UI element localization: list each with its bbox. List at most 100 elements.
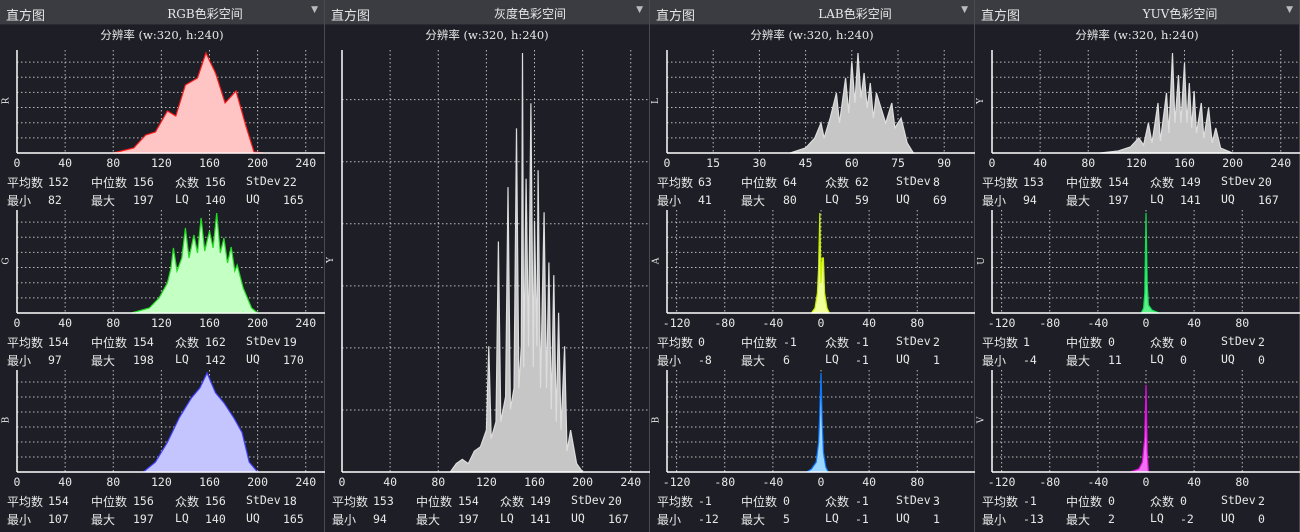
stat-value-median: 154: [1108, 175, 1129, 189]
stat-value-uq: 1: [933, 512, 940, 526]
x-tick-label: 80: [106, 316, 121, 330]
stat-label-mode: 众数: [825, 176, 850, 190]
stat-label-median: 中位数: [741, 336, 778, 350]
histogram-chart: L 0 15 30 45 60 75 90: [650, 50, 975, 173]
x-tick-label: -80: [714, 475, 736, 489]
resolution-label: 分辨率 (w:320, h:240): [425, 28, 549, 42]
panel-header-dropdown[interactable]: 直方图 RGB色彩空间 ▼: [0, 0, 324, 25]
stat-label-mode: 众数: [1150, 336, 1175, 350]
x-tick-label: 0: [13, 316, 21, 330]
x-tick-label: 40: [862, 316, 877, 330]
stat-value-min: 94: [373, 512, 387, 526]
histogram-plot: [666, 370, 975, 473]
histogram-chart: A -120 -80 -40 0 40 80: [650, 210, 975, 333]
stat-value-mode: 0: [1180, 494, 1187, 508]
stat-value-mode: 156: [205, 175, 226, 189]
x-tick-label: 0: [663, 156, 671, 170]
histogram-chart: V -120 -80 -40 0 40 80: [975, 370, 1300, 492]
color-space-select[interactable]: LAB色彩空间: [780, 5, 930, 22]
stat-label-mode: 众数: [825, 495, 850, 509]
stat-value-uq: 167: [608, 512, 629, 526]
stat-value-stdev: 20: [608, 494, 622, 508]
panel-header-dropdown[interactable]: 直方图 YUV色彩空间 ▼: [975, 0, 1299, 25]
x-tick-label: -80: [1039, 316, 1061, 330]
chevron-down-icon[interactable]: ▼: [311, 5, 318, 15]
statistics-block: 平均数 153 中位数 154 众数 149 StDev 20 最小 94 最大 197 LQ 141 UQ…: [325, 493, 650, 529]
x-tick-label: 120: [150, 475, 172, 489]
stat-value-median: 154: [458, 494, 479, 508]
x-tick-label: 120: [1125, 156, 1147, 170]
stat-label-mode: 众数: [500, 495, 525, 509]
x-tick-label: 240: [620, 475, 642, 489]
y-axis-label: A: [651, 257, 662, 264]
x-tick-label: -40: [1087, 475, 1109, 489]
stat-label-mean: 平均数: [982, 495, 1019, 509]
x-tick-label: -120: [662, 475, 691, 489]
stat-label-min: 最小: [332, 513, 357, 527]
stat-label-stdev: StDev: [1221, 493, 1256, 507]
stat-label-lq: LQ: [1150, 352, 1164, 366]
color-space-select[interactable]: YUV色彩空间: [1105, 5, 1255, 22]
x-tick-label: -40: [1087, 316, 1109, 330]
panel-header-dropdown[interactable]: 直方图 LAB色彩空间 ▼: [650, 0, 974, 25]
statistics-block: 平均数 154 中位数 154 众数 162 StDev 19 最小 97 最大 198 LQ 142 UQ…: [0, 334, 325, 370]
stat-label-median: 中位数: [1066, 495, 1103, 509]
x-tick-label: -80: [714, 316, 736, 330]
histogram-panel: 直方图 YUV色彩空间 ▼ 分辨率 (w:320, h:240) Y 0 40 80 120 16…: [975, 0, 1300, 532]
stat-value-mean: -1: [698, 494, 712, 508]
stat-label-min: 最小: [7, 354, 32, 368]
stat-value-stdev: 18: [283, 494, 297, 508]
x-tick-label: 240: [1270, 156, 1292, 170]
stat-label-mean: 平均数: [332, 495, 369, 509]
x-tick-label: 0: [1142, 475, 1150, 489]
stat-label-min: 最小: [982, 354, 1007, 368]
x-tick-label: 200: [247, 156, 269, 170]
stat-label-mean: 平均数: [657, 336, 694, 350]
stat-value-mean: 152: [48, 175, 69, 189]
stat-value-mean: 154: [48, 335, 69, 349]
chevron-down-icon[interactable]: ▼: [1286, 5, 1293, 15]
x-tick-label: 120: [150, 316, 172, 330]
x-tick-label: 0: [1142, 316, 1150, 330]
stat-label-median: 中位数: [91, 495, 128, 509]
resolution-label: 分辨率 (w:320, h:240): [100, 28, 224, 42]
panel-header-dropdown[interactable]: 直方图 灰度色彩空间 ▼: [325, 0, 649, 25]
color-space-select[interactable]: RGB色彩空间: [130, 5, 280, 22]
stat-value-min: -8: [698, 353, 712, 367]
resolution-label: 分辨率 (w:320, h:240): [1075, 28, 1199, 42]
statistics-block: 平均数 0 中位数 -1 众数 -1 StDev 2 最小 -8 最大 6 LQ -1 UQ 1: [650, 334, 975, 370]
stat-value-mean: 1: [1023, 335, 1030, 349]
stat-value-median: 156: [133, 494, 154, 508]
stat-label-max: 最大: [91, 513, 116, 527]
x-tick-label: 160: [199, 316, 220, 330]
stat-label-stdev: StDev: [1221, 174, 1256, 188]
stat-value-lq: 59: [855, 193, 869, 207]
stat-value-min: 82: [48, 193, 62, 207]
stat-label-lq: LQ: [175, 352, 189, 366]
x-tick-label: 0: [13, 475, 21, 489]
color-space-select[interactable]: 灰度色彩空间: [455, 5, 605, 22]
x-tick-label: 40: [383, 475, 398, 489]
x-tick-label: 160: [1174, 156, 1195, 170]
panel-label: 直方图: [981, 9, 1021, 24]
stat-value-mode: 156: [205, 494, 226, 508]
stat-value-stdev: 20: [1258, 175, 1272, 189]
y-axis-label: G: [1, 256, 12, 265]
chevron-down-icon[interactable]: ▼: [961, 5, 968, 15]
stat-value-mode: 162: [205, 335, 226, 349]
panel-label: 直方图: [331, 9, 371, 24]
statistics-block: 平均数 -1 中位数 0 众数 0 StDev 2 最小 -13 最大 2 LQ -2 UQ 0: [975, 493, 1300, 529]
histogram-area: [141, 371, 259, 473]
stat-value-min: 107: [48, 512, 69, 526]
stat-label-uq: UQ: [896, 192, 910, 206]
stat-label-lq: LQ: [825, 352, 839, 366]
stat-value-stdev: 8: [933, 175, 940, 189]
stat-value-min: -12: [698, 512, 719, 526]
chevron-down-icon[interactable]: ▼: [636, 5, 643, 15]
histogram-plot: [666, 210, 975, 314]
stat-value-mode: 62: [855, 175, 869, 189]
stat-label-max: 最大: [416, 513, 441, 527]
stat-label-mean: 平均数: [982, 176, 1019, 190]
stat-label-uq: UQ: [896, 511, 910, 525]
histogram-plot: [16, 370, 325, 473]
